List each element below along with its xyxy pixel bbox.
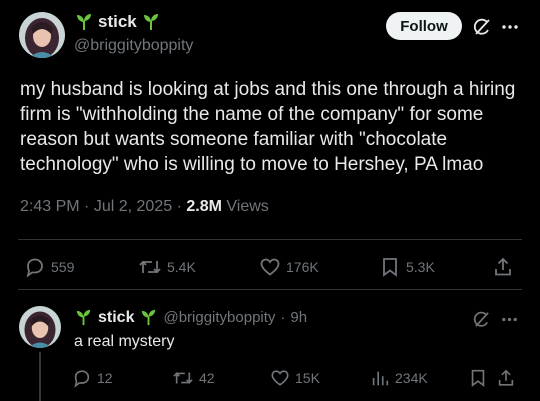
reply-header: stick @briggityboppity · 9h	[74, 308, 307, 327]
display-name-text: stick	[98, 12, 137, 31]
like-button[interactable]: 176K	[259, 256, 319, 278]
share-icon	[495, 257, 511, 276]
tweet-meta: 2:43 PM · Jul 2, 2025 · 2.8M Views	[20, 198, 269, 215]
grok-icon[interactable]	[470, 15, 494, 39]
like-button[interactable]: 15K	[270, 368, 320, 388]
reply-icon	[26, 258, 43, 278]
bookmark-count: 5.3K	[406, 259, 435, 275]
views-icon	[372, 371, 389, 386]
grok-icon[interactable]	[470, 308, 492, 330]
views-count: 2.8M	[186, 198, 222, 215]
repost-count: 42	[199, 370, 215, 386]
user-handle[interactable]: @briggityboppity	[74, 37, 193, 55]
repost-icon	[173, 372, 193, 384]
sprout-icon	[142, 309, 156, 326]
views-count: 234K	[395, 370, 428, 386]
bookmark-icon	[471, 369, 485, 387]
reply-button[interactable]: 12	[72, 368, 113, 388]
divider	[18, 289, 522, 290]
views-button[interactable]: 234K	[370, 368, 428, 388]
thread-line	[39, 352, 41, 401]
like-count: 176K	[286, 259, 319, 275]
bookmark-button[interactable]: 5.3K	[379, 256, 435, 278]
reply-handle[interactable]: @briggityboppity	[163, 309, 275, 326]
more-icon[interactable]	[498, 308, 520, 330]
tweet-text: my husband is looking at jobs and this o…	[20, 79, 516, 175]
sprout-icon	[76, 309, 91, 326]
repost-count: 5.4K	[167, 259, 196, 275]
reply-age[interactable]: 9h	[290, 309, 307, 326]
reply-text: a real mystery	[74, 333, 175, 350]
like-icon	[260, 258, 280, 276]
more-icon[interactable]	[498, 15, 522, 39]
tweet-date[interactable]: Jul 2, 2025	[94, 198, 172, 215]
share-button[interactable]	[492, 256, 514, 278]
bookmark-icon	[383, 258, 397, 277]
share-button[interactable]	[496, 368, 516, 388]
divider	[18, 239, 522, 240]
display-name[interactable]: stick	[74, 12, 161, 32]
views-label: Views	[226, 198, 269, 215]
reply-count: 12	[97, 370, 113, 386]
reply-icon	[74, 370, 90, 388]
tweet-time[interactable]: 2:43 PM	[20, 198, 80, 215]
like-count: 15K	[295, 370, 320, 386]
sprout-icon	[77, 14, 91, 30]
reply-display-name[interactable]: stick	[98, 309, 134, 327]
reply-button[interactable]: 559	[24, 256, 74, 278]
repost-button[interactable]: 5.4K	[138, 256, 196, 278]
avatar[interactable]	[19, 12, 65, 58]
reply-count: 559	[51, 259, 75, 275]
sprout-icon	[143, 14, 158, 30]
share-icon	[498, 369, 514, 386]
repost-button[interactable]: 42	[172, 368, 215, 388]
reply-avatar[interactable]	[19, 306, 61, 348]
repost-icon	[139, 260, 161, 274]
bookmark-button[interactable]	[468, 368, 488, 388]
follow-button[interactable]: Follow	[386, 12, 462, 40]
like-icon	[271, 370, 289, 386]
